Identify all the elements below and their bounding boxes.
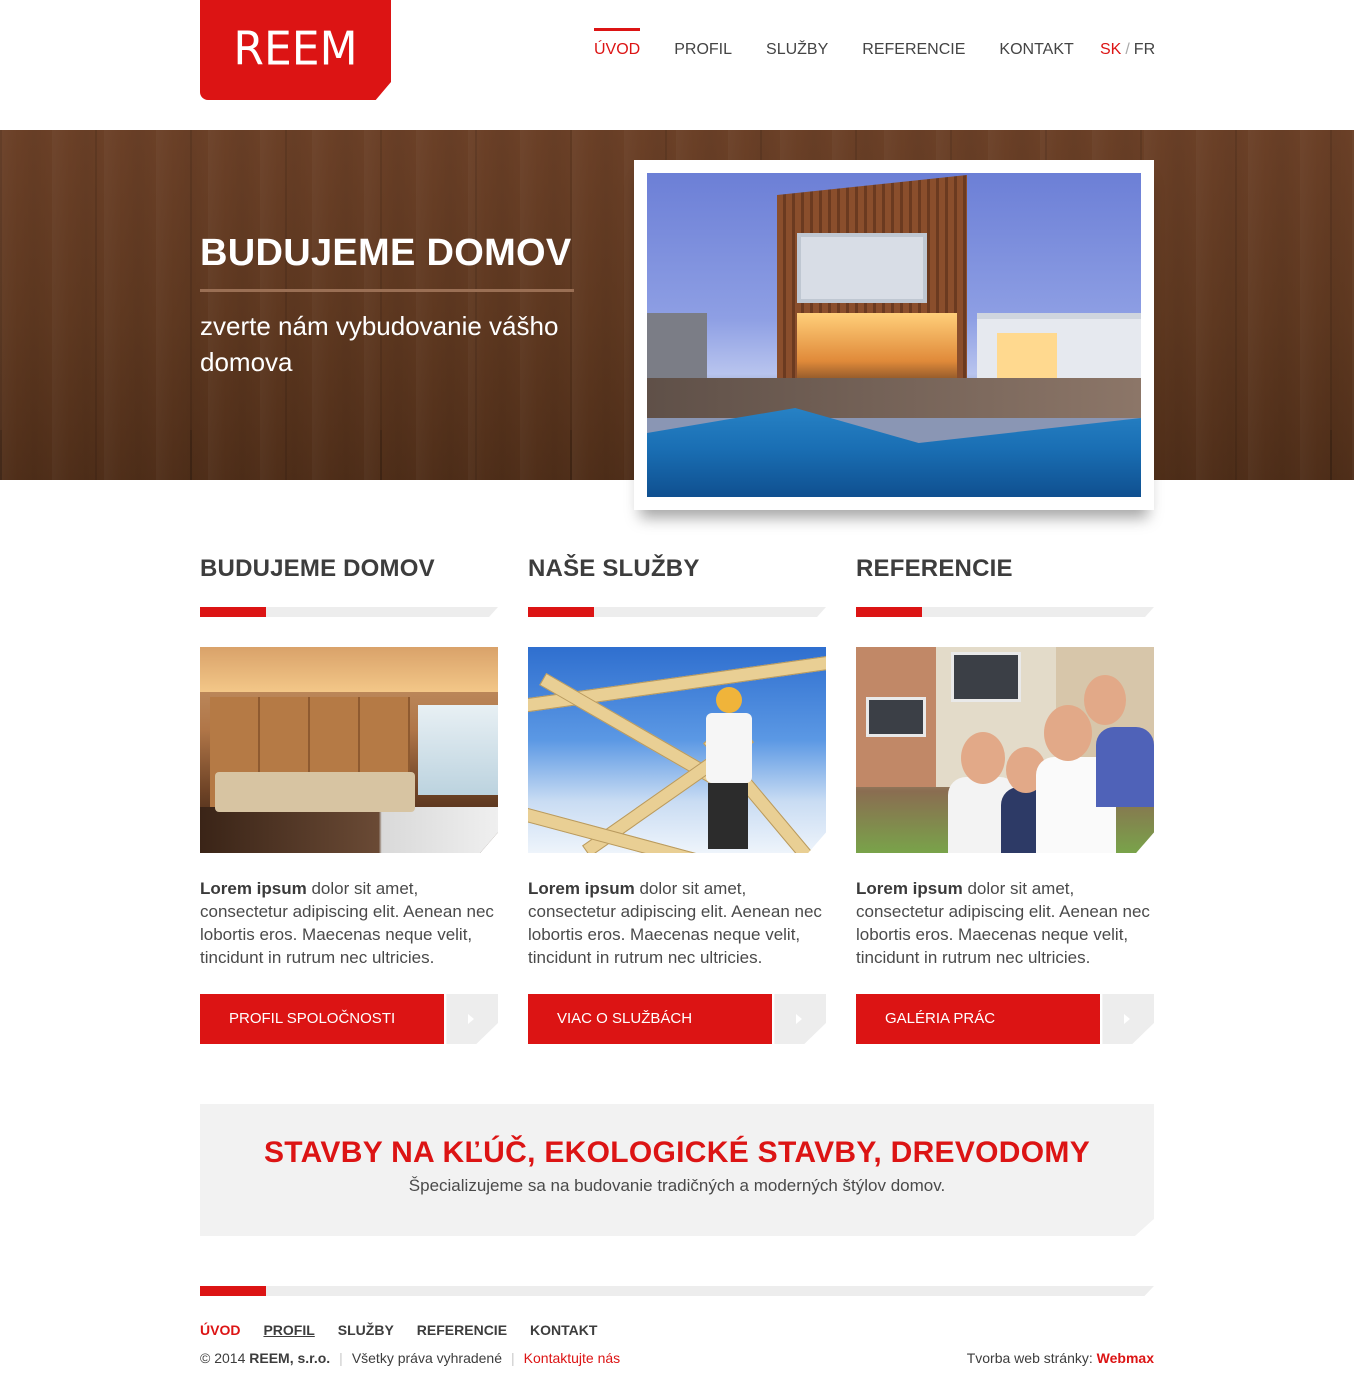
family-photo (856, 647, 1154, 853)
footer-nav-profil[interactable]: PROFIL (263, 1322, 314, 1338)
lang-fr[interactable]: FR (1134, 41, 1155, 58)
profil-spolocnosti-button[interactable]: PROFIL SPOLOČNOSTI (200, 994, 498, 1044)
galeria-prac-button[interactable]: GALÉRIA PRÁC (856, 994, 1154, 1044)
nav-item-uvod[interactable]: ÚVOD (594, 28, 641, 74)
hero-banner: BUDUJEME DOMOV zverte nám vybudovanie vá… (0, 130, 1354, 510)
webmax-link[interactable]: Webmax (1097, 1350, 1154, 1366)
interior-photo (200, 647, 498, 853)
hero-subtitle: zverte nám vybudovanie vášho domova (200, 311, 559, 377)
nav-item-referencie[interactable]: REFERENCIE (862, 28, 965, 74)
column-text-bold: Lorem ipsum (528, 879, 635, 898)
column-divider (200, 607, 498, 617)
column-text-bold: Lorem ipsum (856, 879, 963, 898)
column-nase-sluzby: NAŠE SLUŽBY Lorem ipsum dolor sit amet, … (528, 555, 826, 1044)
column-title: NAŠE SLUŽBY (528, 555, 700, 582)
lang-sk[interactable]: SK (1100, 41, 1121, 58)
logo[interactable]: REEM (200, 0, 391, 100)
footer-nav-uvod[interactable]: ÚVOD (200, 1322, 240, 1338)
main-nav: ÚVOD PROFIL SLUŽBY REFERENCIE KONTAKT (594, 28, 1108, 74)
footer-nav-kontakt[interactable]: KONTAKT (530, 1322, 597, 1338)
lang-separator: / (1125, 41, 1130, 58)
viac-o-sluzbach-button[interactable]: VIAC O SLUŽBÁCH (528, 994, 826, 1044)
hero-photo-frame (634, 160, 1154, 510)
banner-title: STAVBY NA KĽÚČ, EKOLOGICKÉ STAVBY, DREVO… (263, 1136, 1091, 1169)
column-budujeme-domov: BUDUJEME DOMOV Lorem ipsum dolor sit ame… (200, 555, 498, 1044)
hero-divider (200, 289, 574, 292)
language-switcher: SK / FR (1100, 41, 1155, 59)
hero-house-photo (647, 173, 1141, 497)
footer-copyright: © 2014 REEM, s.r.o. | Všetky práva vyhrade… (200, 1350, 621, 1366)
logo-text: REEM (233, 22, 358, 76)
footer-nav-referencie[interactable]: REFERENCIE (417, 1322, 507, 1338)
column-text: Lorem ipsum dolor sit amet, consectetur … (200, 877, 498, 969)
site-header: REEM ÚVOD PROFIL SLUŽBY REFERENCIE KONTA… (0, 0, 1354, 130)
nav-item-sluzby[interactable]: SLUŽBY (766, 28, 828, 74)
arrow-right-icon[interactable] (774, 994, 826, 1044)
hero-title: BUDUJEME DOMOV (200, 232, 572, 274)
arrow-right-icon[interactable] (1102, 994, 1154, 1044)
button-label: PROFIL SPOLOČNOSTI (200, 994, 445, 1044)
footer-divider (200, 1286, 1154, 1296)
nav-item-profil[interactable]: PROFIL (674, 28, 732, 74)
column-referencie: REFERENCIE Lorem ipsum dolor sit amet, c… (856, 555, 1154, 1044)
column-divider (528, 607, 826, 617)
column-text: Lorem ipsum dolor sit amet, consectetur … (528, 877, 826, 969)
copyright-year: © 2014 (200, 1350, 246, 1366)
contact-link[interactable]: Kontaktujte nás (524, 1350, 621, 1366)
credit-prefix: Tvorba web stránky: (966, 1350, 1093, 1366)
column-title: BUDUJEME DOMOV (200, 555, 435, 582)
nav-item-kontakt[interactable]: KONTAKT (999, 28, 1073, 74)
button-label: VIAC O SLUŽBÁCH (528, 994, 773, 1044)
footer-credit: Tvorba web stránky: Webmax (967, 1350, 1154, 1366)
column-title: REFERENCIE (856, 555, 1013, 582)
services-banner: STAVBY NA KĽÚČ, EKOLOGICKÉ STAVBY, DREVO… (200, 1104, 1154, 1236)
footer-nav-sluzby[interactable]: SLUŽBY (338, 1322, 394, 1338)
builder-photo (528, 647, 826, 853)
rights-text: Všetky práva vyhradené (351, 1350, 503, 1366)
banner-subtitle: Špecializujeme sa na budovanie tradičnýc… (408, 1176, 946, 1195)
footer-nav: ÚVOD PROFIL SLUŽBY REFERENCIE KONTAKT (200, 1322, 620, 1338)
column-text-bold: Lorem ipsum (200, 879, 307, 898)
company-name: REEM, s.r.o. (249, 1350, 331, 1366)
arrow-right-icon[interactable] (446, 994, 498, 1044)
button-label: GALÉRIA PRÁC (856, 994, 1101, 1044)
column-text: Lorem ipsum dolor sit amet, consectetur … (856, 877, 1154, 969)
column-divider (856, 607, 1154, 617)
